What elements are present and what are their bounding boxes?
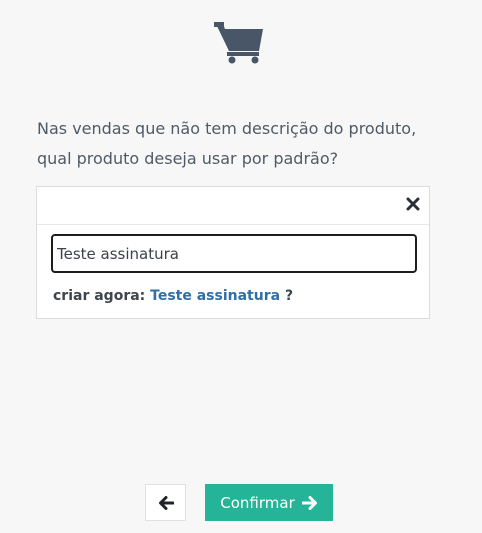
product-search-input[interactable] <box>51 234 417 273</box>
arrow-left-icon <box>158 495 174 510</box>
shopping-cart-icon <box>214 22 263 64</box>
back-button[interactable] <box>145 484 186 521</box>
arrow-right-icon <box>301 495 317 510</box>
product-select-panel: criar agora: Teste assinatura ? <box>36 186 430 319</box>
close-icon[interactable] <box>406 197 420 211</box>
confirm-label: Confirmar <box>220 493 295 512</box>
create-now-option[interactable]: criar agora: Teste assinatura ? <box>53 288 293 304</box>
question-text: Nas vendas que não tem descrição do prod… <box>37 114 457 174</box>
confirm-button[interactable]: Confirmar <box>205 484 333 521</box>
create-now-suffix: ? <box>284 288 294 304</box>
select-header[interactable] <box>37 187 429 225</box>
create-now-value[interactable]: Teste assinatura <box>150 288 280 304</box>
create-now-label: criar agora: <box>53 288 146 304</box>
question-line-2: qual produto deseja usar por padrão? <box>37 149 339 168</box>
question-line-1: Nas vendas que não tem descrição do prod… <box>37 119 417 138</box>
